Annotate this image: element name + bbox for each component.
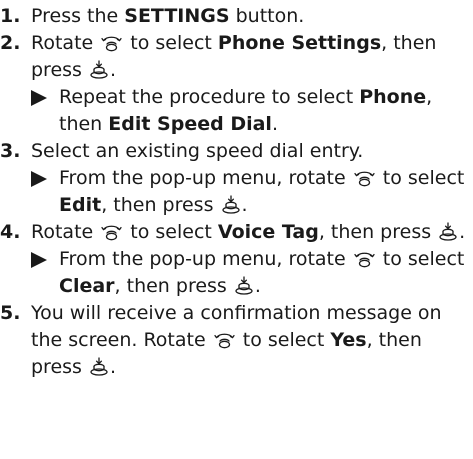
step-number: 2. <box>0 32 21 54</box>
substep-text: to select <box>376 167 465 189</box>
step-keyword: Voice Tag <box>217 221 319 243</box>
substep-text: From the pop-up menu, rotate <box>59 248 352 270</box>
step-3: 3. Select an existing speed dial entry. … <box>0 138 473 219</box>
press-knob-icon <box>439 222 457 241</box>
triangle-arrow-icon <box>31 171 47 187</box>
step-text: Rotate <box>31 32 100 54</box>
press-knob-icon <box>221 195 240 214</box>
step-5: 5. You will receive a confirmation messa… <box>0 300 473 381</box>
press-knob-icon <box>90 60 108 79</box>
substep-text: . <box>271 113 278 135</box>
substep-keyword: Edit <box>59 194 102 216</box>
step-text: to select <box>124 221 218 243</box>
substep-text: to select <box>376 248 465 270</box>
rotate-knob-icon <box>354 168 375 187</box>
rotate-knob-icon <box>354 249 375 268</box>
step-text: button. <box>229 5 305 27</box>
substep-keyword: Edit Speed Dial <box>108 113 272 135</box>
press-knob-icon <box>235 276 253 295</box>
substep-keyword: Phone <box>359 86 427 108</box>
step-text: . <box>109 356 117 378</box>
substep-text: From the pop-up menu, rotate <box>59 167 352 189</box>
substep: From the pop-up menu, rotate to select C… <box>31 246 473 300</box>
rotate-knob-icon <box>101 33 122 52</box>
step-text: , then press <box>318 221 438 243</box>
triangle-arrow-icon <box>31 252 47 268</box>
substep-text: . <box>241 194 248 216</box>
press-knob-icon <box>90 357 108 376</box>
step-number: 3. <box>0 140 21 162</box>
substep-text: , then press <box>101 194 220 216</box>
step-number: 1. <box>0 5 21 27</box>
step-2: 2. Rotate to select Phone Settings, then… <box>0 30 473 138</box>
substep-keyword: Clear <box>59 275 115 297</box>
step-4: 4. Rotate to select Voice Tag, then pres… <box>0 219 473 300</box>
step-number: 4. <box>0 221 21 243</box>
step-text: to select <box>236 329 331 351</box>
substep-text: . <box>254 275 261 297</box>
triangle-arrow-icon <box>31 90 47 106</box>
step-text: to select <box>124 32 218 54</box>
step-1: 1. Press the SETTINGS button. <box>0 3 473 30</box>
step-text: Press the <box>31 5 125 27</box>
substep-text: , then press <box>114 275 233 297</box>
substep-text: Repeat the procedure to select <box>59 86 360 108</box>
step-keyword: Phone Settings <box>217 32 382 54</box>
step-keyword: Yes <box>330 329 367 351</box>
rotate-knob-icon <box>214 330 235 349</box>
step-text: . <box>459 221 466 243</box>
substep: Repeat the procedure to select Phone, th… <box>31 84 473 138</box>
step-text: Rotate <box>31 221 100 243</box>
rotate-knob-icon <box>101 222 122 241</box>
step-number: 5. <box>0 302 21 324</box>
step-text: . <box>109 59 117 81</box>
step-text: Select an existing speed dial entry. <box>31 140 364 162</box>
step-keyword: SETTINGS <box>124 5 230 27</box>
substep: From the pop-up menu, rotate to select E… <box>31 165 473 219</box>
instruction-list: 1. Press the SETTINGS button. 2. Rotate … <box>0 3 473 381</box>
